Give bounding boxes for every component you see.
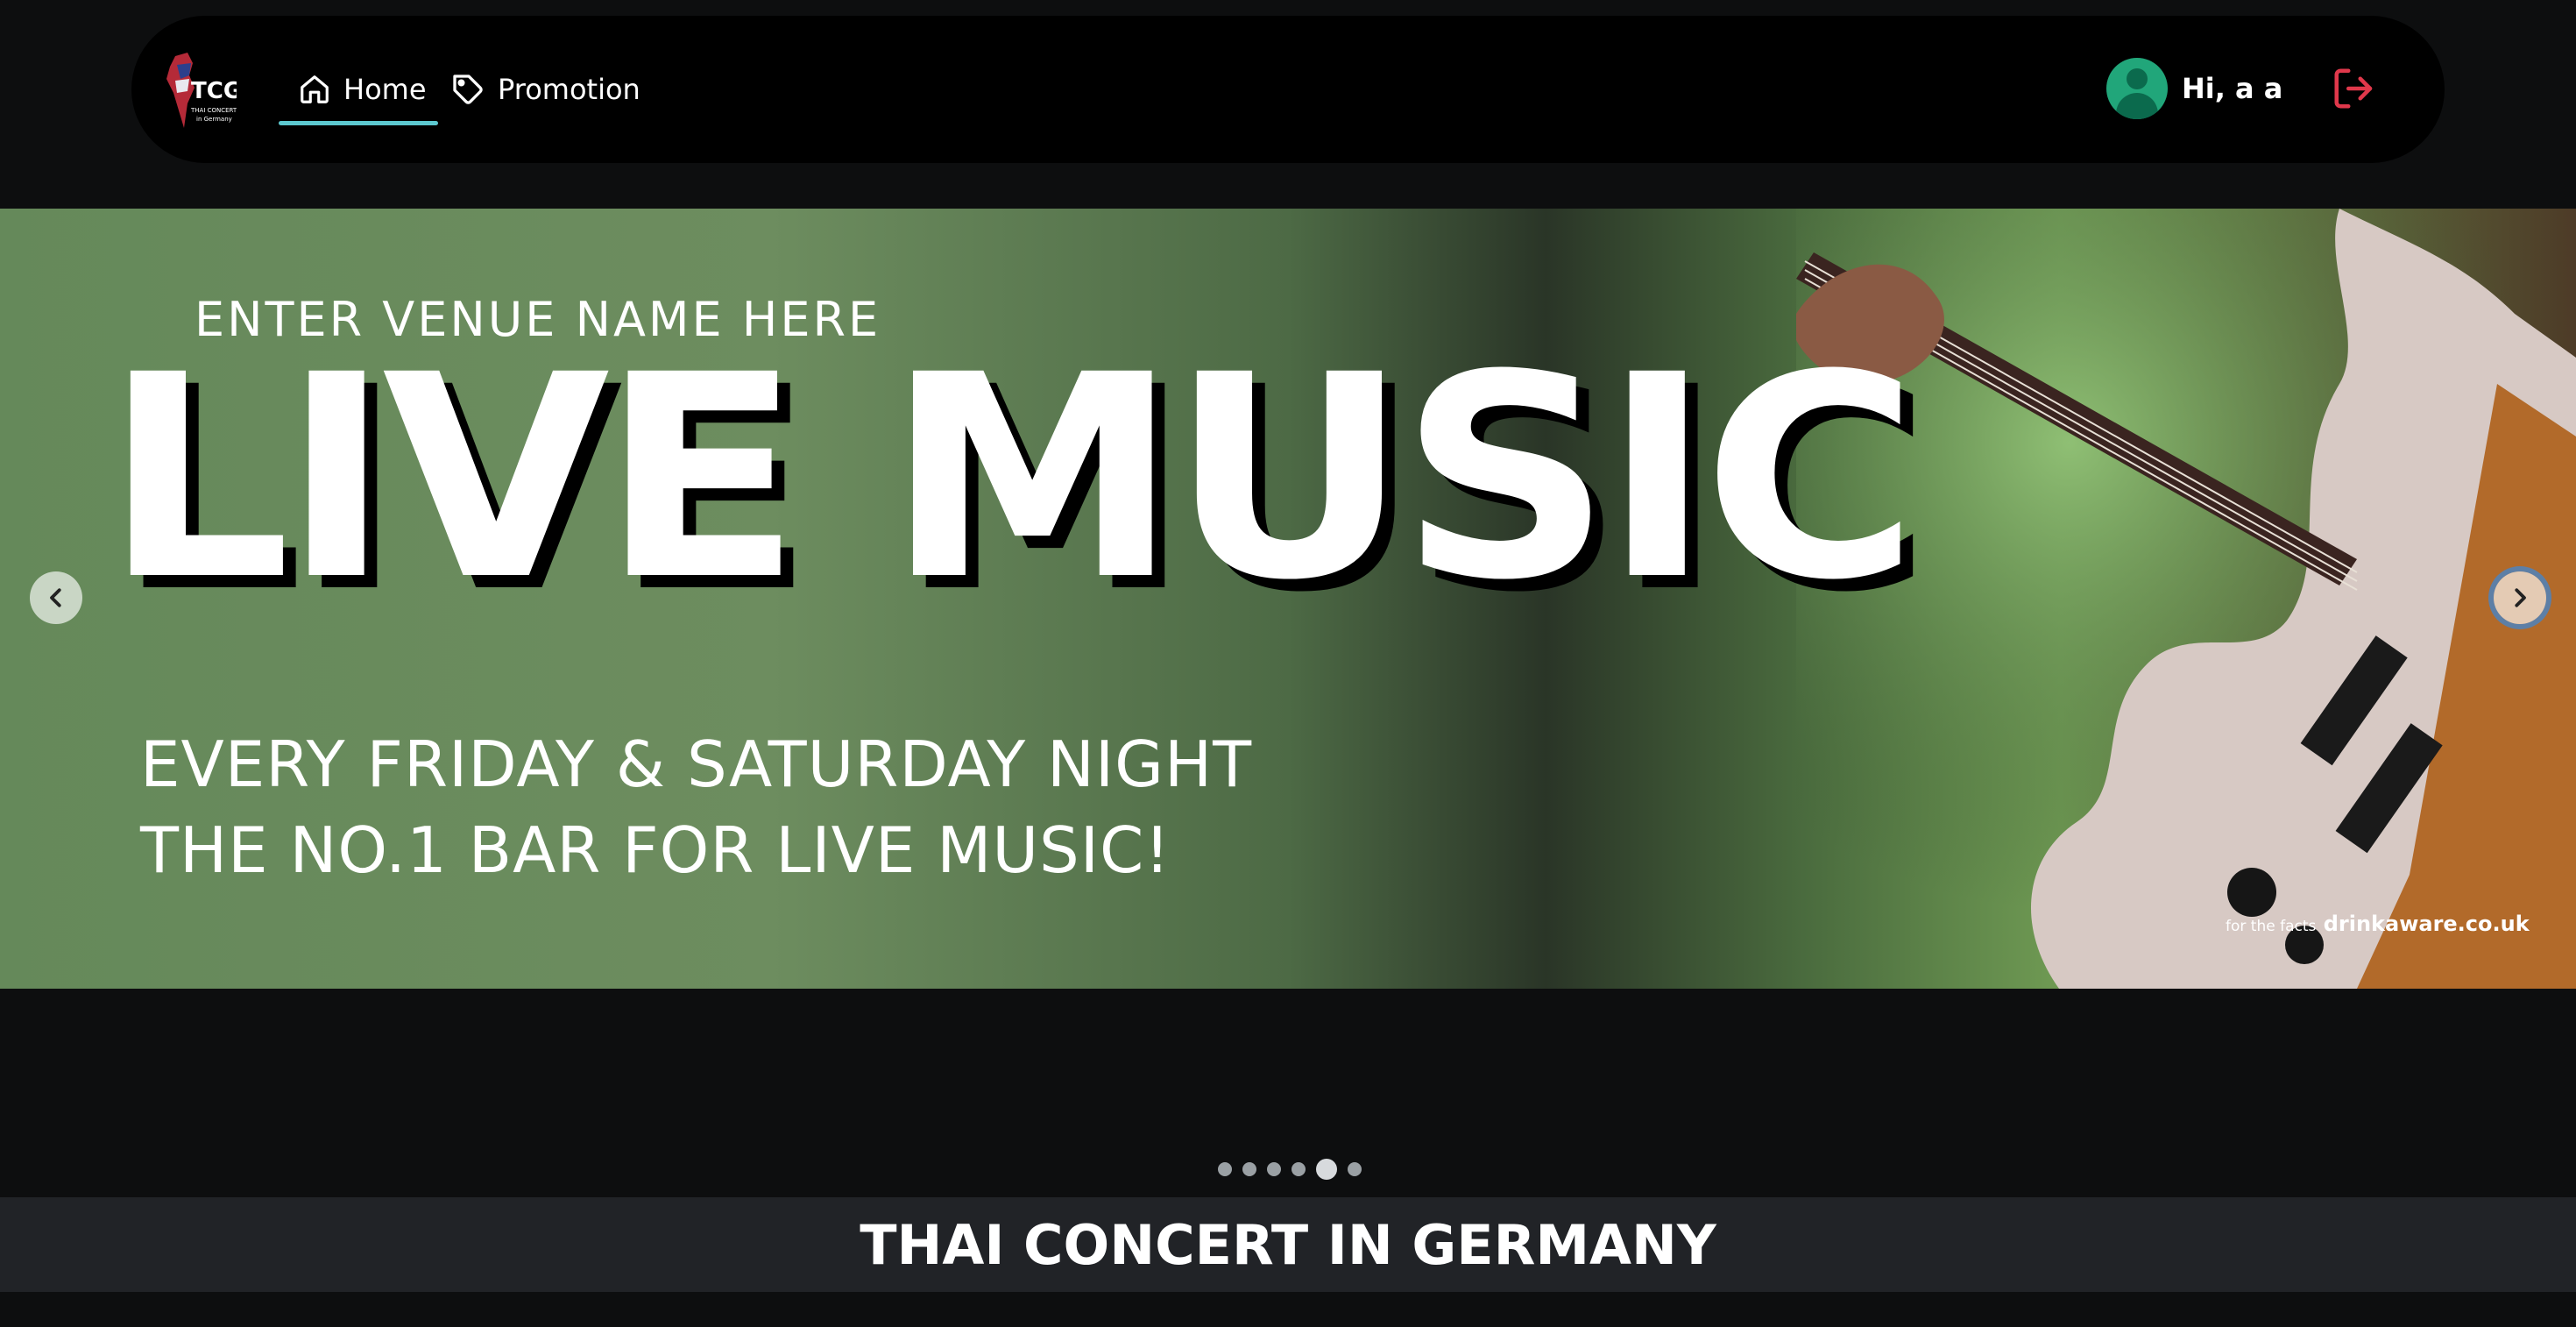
nav-home[interactable]: Home <box>298 16 427 163</box>
carousel-prev-button[interactable] <box>30 571 82 624</box>
chevron-right-icon <box>2515 588 2526 607</box>
user-greeting: Hi, a a <box>2182 72 2283 105</box>
svg-text:in Germany: in Germany <box>196 116 232 123</box>
carousel-dot[interactable] <box>1348 1162 1362 1176</box>
carousel-dot[interactable] <box>1292 1162 1306 1176</box>
tcg-logo[interactable]: TCG THAI CONCERT in Germany <box>158 49 237 137</box>
hero-banner: ENTER VENUE NAME HERE LIVE MUSIC EVERY F… <box>0 209 2576 989</box>
credit-site: drinkaware.co.uk <box>2323 912 2530 936</box>
site-title-bar: THAI CONCERT IN GERMANY <box>0 1197 2576 1292</box>
banner-line-2: THE NO.1 BAR FOR LIVE MUSIC! <box>140 813 1171 887</box>
banner-line-1: EVERY FRIDAY & SATURDAY NIGHT <box>140 727 1253 801</box>
chevron-left-icon <box>50 588 61 607</box>
tag-icon <box>453 75 483 104</box>
nav-promotion[interactable]: Promotion <box>450 16 640 163</box>
svg-text:THAI CONCERT: THAI CONCERT <box>190 107 237 114</box>
home-icon <box>301 75 329 103</box>
carousel-dot[interactable] <box>1316 1159 1337 1180</box>
carousel-dot[interactable] <box>1242 1162 1256 1176</box>
banner-headline: LIVE MUSIC <box>103 316 1919 642</box>
nav-promotion-label: Promotion <box>498 73 640 106</box>
credit-prefix: for the facts <box>2226 918 2317 935</box>
logo-text: TCG <box>191 78 237 104</box>
guitar-image <box>1796 209 2576 989</box>
carousel-dot[interactable] <box>1218 1162 1232 1176</box>
carousel-dot[interactable] <box>1267 1162 1281 1176</box>
nav-home-label: Home <box>343 73 427 106</box>
navbar: TCG THAI CONCERT in Germany Home Promoti… <box>131 16 2445 163</box>
carousel-indicators <box>1218 1159 1362 1180</box>
avatar[interactable] <box>2106 58 2168 119</box>
user-menu[interactable]: Hi, a a <box>2106 58 2282 119</box>
logout-icon[interactable] <box>2331 65 2378 112</box>
banner-credit: for the facts drinkaware.co.uk <box>2226 912 2530 936</box>
site-title: THAI CONCERT IN GERMANY <box>860 1212 1716 1277</box>
carousel-next-button[interactable] <box>2494 571 2546 624</box>
active-tab-indicator <box>279 121 438 125</box>
